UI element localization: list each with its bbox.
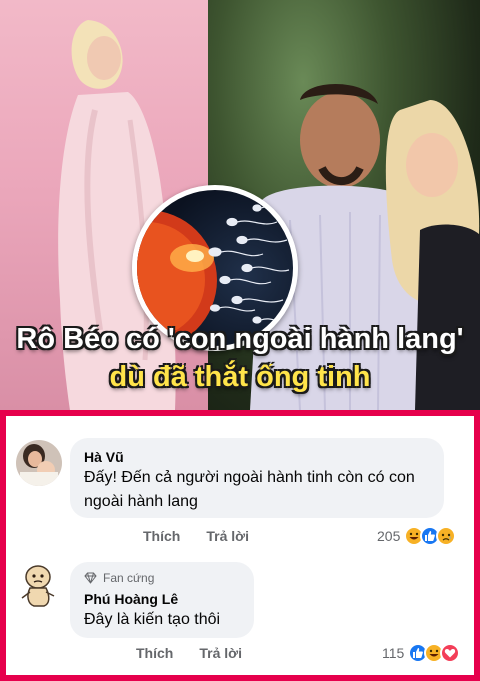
headline: Rô Béo có 'con ngoài hành lang' dù đã th… <box>0 320 480 396</box>
comment-actions: Thích Trả lời <box>136 645 242 661</box>
reply-button[interactable]: Trả lời <box>199 645 242 661</box>
avatar-cartoon-character <box>21 565 55 607</box>
comment-bubble: Fan cứng Phú Hoàng Lê Đây là kiến tạo th… <box>70 562 254 638</box>
comment-actions: Thích Trả lời <box>143 528 249 544</box>
comment-bubble: Hà Vũ Đấy! Đến cả người ngoài hành tinh … <box>70 438 444 518</box>
reaction-summary[interactable]: 205 <box>377 526 457 546</box>
sad-icon <box>436 526 457 546</box>
article-hero-image: Rô Béo có 'con ngoài hành lang' dù đã th… <box>0 0 480 410</box>
avatar[interactable] <box>16 440 62 486</box>
reply-button[interactable]: Trả lời <box>206 528 249 544</box>
avatar-photo-mother-child <box>16 440 62 486</box>
comment-text: Đấy! Đến cả người ngoài hành tinh còn có… <box>84 469 415 510</box>
reaction-count: 205 <box>377 528 401 544</box>
fan-badge: Fan cứng <box>84 570 240 586</box>
avatar[interactable] <box>16 562 62 608</box>
comment-author[interactable]: Phú Hoàng Lê <box>84 590 240 608</box>
like-button[interactable]: Thích <box>136 645 173 661</box>
love-icon <box>440 643 461 663</box>
diamond-icon <box>84 572 97 584</box>
headline-line-1: Rô Béo có 'con ngoài hành lang' <box>16 323 464 355</box>
comment-text: Đây là kiến tạo thôi <box>84 611 221 628</box>
like-button[interactable]: Thích <box>143 528 180 544</box>
reaction-count: 115 <box>382 645 405 661</box>
headline-line-2: dù đã thắt ống tinh <box>109 361 371 393</box>
fan-badge-label: Fan cứng <box>103 571 155 585</box>
comment-author[interactable]: Hà Vũ <box>84 448 430 466</box>
comments-panel: Hà Vũ Đấy! Đến cả người ngoài hành tinh … <box>6 416 474 675</box>
reaction-summary[interactable]: 115 <box>382 643 461 663</box>
